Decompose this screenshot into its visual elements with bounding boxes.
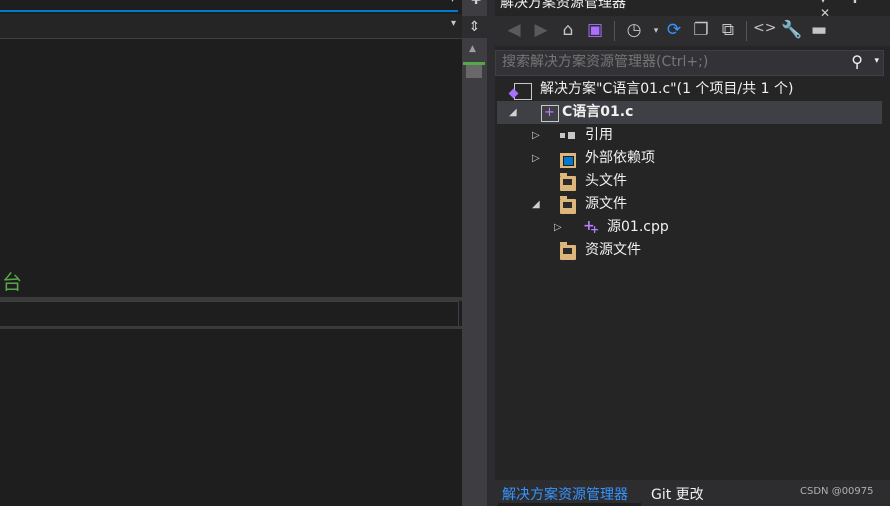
view-code-icon[interactable]: <>: [753, 20, 776, 36]
toolbar-separator: [746, 21, 747, 41]
expanded-triangle-icon[interactable]: ◢: [509, 101, 517, 124]
tree-item-source-cpp[interactable]: ▷ 源01.cpp: [497, 215, 882, 241]
tree-item-label: 源文件: [585, 196, 627, 212]
pending-changes-filter-icon[interactable]: ◷: [623, 20, 645, 40]
cpp-project-icon: [541, 101, 559, 124]
collapsed-triangle-icon[interactable]: ▷: [554, 216, 562, 239]
split-window-button[interactable]: ⇕: [462, 16, 487, 38]
properties-wrench-icon[interactable]: 🔧: [781, 20, 803, 40]
references-icon: [560, 132, 576, 147]
tree-item-project[interactable]: ◢ C语言01.c: [497, 101, 882, 124]
pane-splitter[interactable]: [487, 0, 495, 506]
show-all-files-icon[interactable]: ⧉: [717, 20, 739, 40]
tree-item-label: 外部依赖项: [585, 150, 655, 166]
console-input-box[interactable]: [0, 301, 459, 327]
tree-item-label: 资源文件: [585, 242, 641, 258]
tab-solution-explorer[interactable]: 解决方案资源管理器: [502, 484, 628, 504]
solution-icon: [514, 83, 532, 100]
pin-icon[interactable]: ✚: [471, 0, 481, 7]
filter-folder-icon: [560, 196, 576, 214]
switch-views-icon[interactable]: ▣: [584, 20, 606, 40]
tree-item-solution[interactable]: 解决方案"C语言01.c"(1 个项目/共 1 个): [497, 78, 882, 101]
code-editor-pane[interactable]: [0, 0, 462, 506]
search-icon[interactable]: ⚲: [851, 52, 863, 71]
tree-item-label: C语言01.c: [562, 104, 634, 120]
editor-active-tab-indicator: [0, 10, 458, 12]
tree-item-source-files[interactable]: ◢ 源文件: [497, 193, 882, 216]
solution-search-box[interactable]: ⚲ ▾: [495, 50, 884, 76]
collapse-all-icon[interactable]: ❐: [690, 20, 712, 40]
refresh-icon[interactable]: ⟳: [663, 20, 685, 40]
external-dependencies-icon: [560, 153, 576, 168]
scroll-change-marker: [463, 62, 485, 65]
back-icon[interactable]: ◀: [503, 20, 525, 40]
toolbar-separator: [614, 21, 615, 41]
tree-item-label: 头文件: [585, 173, 627, 189]
tab-git-changes[interactable]: Git 更改: [651, 484, 704, 504]
tree-item-label: 解决方案"C语言01.c"(1 个项目/共 1 个): [540, 81, 794, 97]
home-icon[interactable]: ⌂: [557, 20, 579, 40]
collapsed-triangle-icon[interactable]: ▷: [532, 124, 540, 147]
tree-item-resource-files[interactable]: 资源文件: [497, 239, 882, 262]
tab-overflow-icon[interactable]: ▾: [450, 0, 455, 5]
scroll-up-icon[interactable]: ▲: [469, 44, 476, 54]
watermark: CSDN @00975: [800, 486, 874, 497]
editor-output-text: 台: [2, 270, 22, 294]
preview-selected-icon[interactable]: ▬: [808, 20, 830, 40]
chevron-down-icon: ▾: [450, 18, 456, 29]
tree-item-header-files[interactable]: 头文件: [497, 170, 882, 193]
panel-divider: [0, 326, 462, 329]
expanded-triangle-icon[interactable]: ◢: [532, 193, 540, 216]
tree-item-label: 引用: [585, 127, 613, 143]
solution-explorer-title: 解决方案资源管理器: [500, 0, 626, 11]
tree-item-label: 源01.cpp: [607, 219, 669, 235]
tree-item-references[interactable]: ▷ 引用: [497, 124, 882, 147]
search-input[interactable]: [502, 54, 832, 70]
collapsed-triangle-icon[interactable]: ▷: [532, 147, 540, 170]
search-options-chevron-icon[interactable]: ▾: [874, 56, 879, 66]
forward-icon[interactable]: ▶: [530, 20, 552, 40]
cpp-file-icon: [583, 215, 599, 241]
filter-folder-icon: [560, 242, 576, 260]
navigation-dropdown[interactable]: ▾: [0, 14, 462, 39]
tree-item-external-dependencies[interactable]: ▷ 外部依赖项: [497, 147, 882, 170]
filter-folder-icon: [560, 173, 576, 191]
